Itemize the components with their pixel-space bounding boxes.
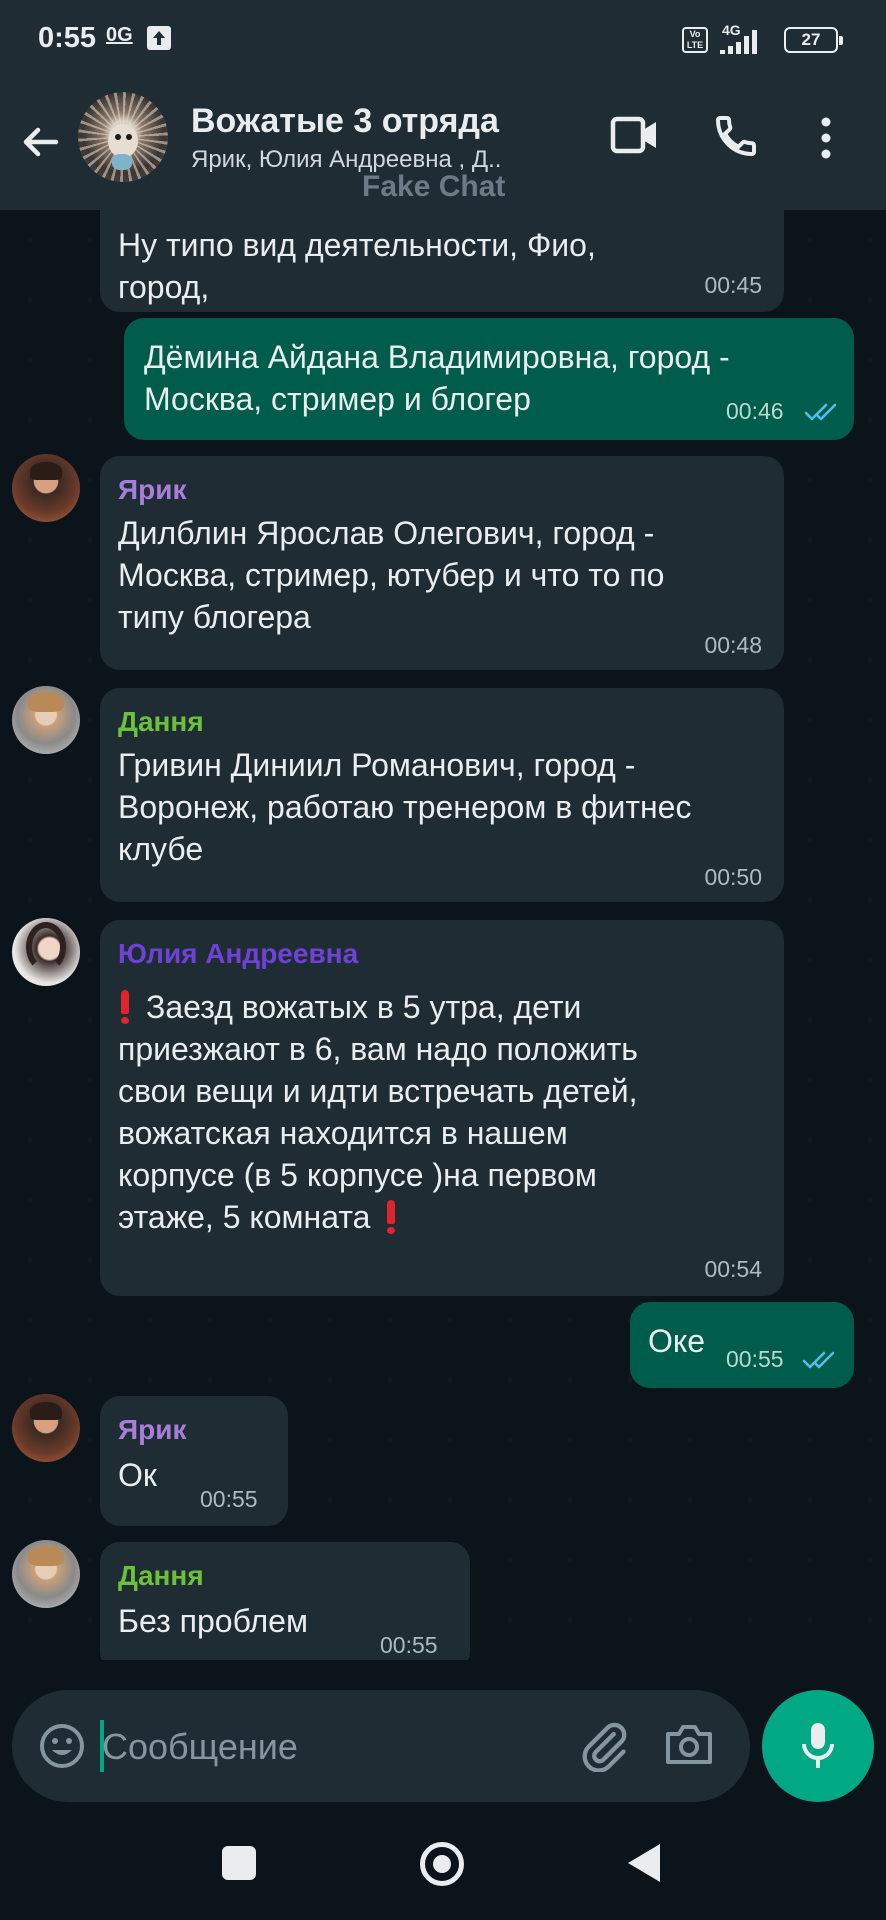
message-input[interactable]: Сообщение	[102, 1726, 298, 1768]
message-time: 00:55	[726, 1346, 784, 1372]
avatar-yarik[interactable]	[12, 454, 80, 522]
group-avatar[interactable]	[78, 92, 168, 182]
sender-name[interactable]: Юлия Андреевна	[118, 938, 358, 970]
message-text: Воронеж, работаю тренером в фитнес	[118, 789, 692, 825]
mic-button[interactable]	[762, 1690, 874, 1802]
attach-icon[interactable]	[578, 1720, 630, 1772]
read-receipt-icon	[804, 403, 837, 421]
emoji-icon[interactable]	[38, 1722, 86, 1770]
message-bubble-incoming[interactable]: Юлия Андреевна Заезд вожатых в 5 утра, д…	[100, 920, 784, 1296]
message-text: клубе	[118, 831, 204, 867]
volte-icon: Vo LTE	[682, 27, 708, 53]
watermark: Fake Chat	[362, 170, 506, 203]
message-text: Москва, стример и блогер	[144, 381, 531, 417]
exclamation-emoji	[118, 990, 132, 1024]
sender-name[interactable]: Ярик	[118, 474, 186, 506]
message-bubble-incoming[interactable]: Ярик Дилблин Ярослав Олегович, город - М…	[100, 456, 784, 670]
signal-icon	[720, 30, 757, 54]
message-time: 00:46	[726, 398, 784, 424]
message-text: корпусе (в 5 корпусе )на первом	[118, 1157, 597, 1193]
message-time: 00:50	[704, 864, 762, 890]
message-time: 00:55	[380, 1632, 438, 1658]
message-text: Заезд вожатых в 5 утра, дети	[146, 989, 582, 1025]
message-bubble-incoming[interactable]: Дання Без проблем 00:55	[100, 1542, 470, 1660]
more-menu-icon[interactable]	[820, 116, 832, 160]
message-list[interactable]: Ну типо вид деятельности, Фио, город, 00…	[0, 210, 886, 1660]
message-text: Ну типо вид деятельности, Фио,	[118, 227, 596, 263]
sender-name[interactable]: Ярик	[118, 1414, 186, 1446]
message-bubble-outgoing[interactable]: Дёмина Айдана Владимировна, город - Моск…	[124, 318, 854, 440]
avatar-dannya[interactable]	[12, 686, 80, 754]
message-text: город,	[118, 269, 210, 305]
message-text: Дилблин Ярослав Олегович, город -	[118, 515, 655, 551]
message-composer[interactable]: Сообщение	[12, 1690, 750, 1802]
mic-icon	[802, 1723, 834, 1768]
sender-name[interactable]: Дання	[118, 1560, 204, 1592]
message-text: этаже, 5 комната	[118, 1199, 371, 1235]
message-text: Без проблем	[118, 1603, 308, 1639]
network-speed-label: 0G	[106, 24, 133, 46]
message-text: Оке	[648, 1323, 706, 1359]
voice-call-icon[interactable]	[712, 112, 760, 160]
message-bubble-incoming[interactable]: Ярик Ок 00:55	[100, 1396, 288, 1526]
message-bubble-incoming[interactable]: Дання Гривин Диниил Романович, город - В…	[100, 688, 784, 902]
message-text: Дёмина Айдана Владимировна, город -	[144, 339, 730, 375]
message-time: 00:55	[200, 1486, 258, 1512]
message-text: Ок	[118, 1457, 157, 1493]
battery-icon: 27	[784, 27, 843, 53]
message-bubble-incoming[interactable]: Ну типо вид деятельности, Фио, город, 00…	[100, 210, 784, 312]
status-time: 0:55	[38, 22, 97, 54]
status-bar: 0:55 0G Vo LTE 4G 27	[0, 0, 886, 82]
system-navigation-bar	[0, 1810, 886, 1920]
message-text: вожатская находится в нашем	[118, 1115, 568, 1151]
avatar-dannya[interactable]	[12, 1540, 80, 1608]
message-time: 00:48	[704, 632, 762, 658]
recents-button[interactable]	[222, 1846, 256, 1880]
avatar-yulia[interactable]	[12, 918, 80, 986]
read-receipt-icon	[802, 1351, 835, 1369]
message-time: 00:54	[704, 1256, 762, 1282]
message-time: 00:45	[704, 272, 762, 298]
upload-icon	[147, 26, 171, 50]
back-button[interactable]	[628, 1844, 660, 1882]
exclamation-emoji	[384, 1200, 398, 1234]
message-text: свои вещи и идти встречать детей,	[118, 1073, 638, 1109]
avatar-yarik[interactable]	[12, 1394, 80, 1462]
camera-icon[interactable]	[664, 1722, 714, 1766]
chat-title[interactable]: Вожатые 3 отряда	[191, 102, 499, 141]
message-bubble-outgoing[interactable]: Оке 00:55	[630, 1302, 854, 1388]
message-text: Москва, стример, ютубер и что то по	[118, 557, 665, 593]
home-button[interactable]	[420, 1842, 464, 1886]
message-text: приезжают в 6, вам надо положить	[118, 1031, 638, 1067]
video-call-icon[interactable]	[610, 114, 660, 156]
back-arrow-icon[interactable]	[18, 120, 62, 164]
message-text: Гривин Диниил Романович, город -	[118, 747, 636, 783]
message-text: типу блогера	[118, 599, 311, 635]
sender-name[interactable]: Дання	[118, 706, 204, 738]
